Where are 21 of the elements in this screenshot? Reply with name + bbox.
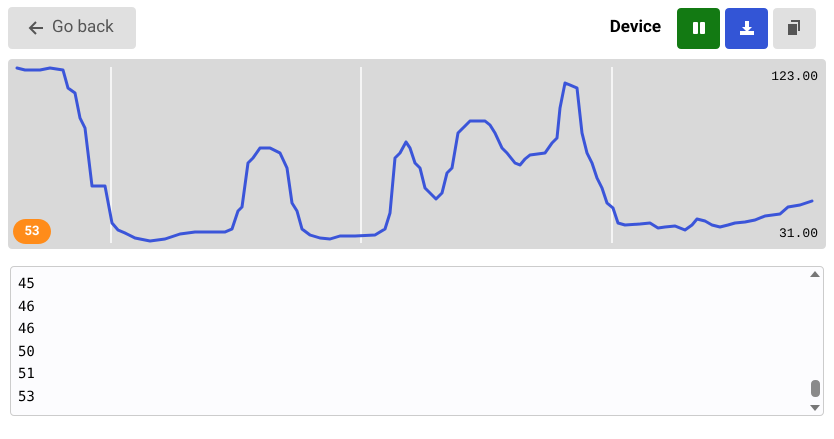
log-line: 46 [18,298,35,317]
download-icon [738,20,754,36]
copy-icon [786,20,802,36]
copy-button[interactable] [773,8,816,48]
log-line: 45 [18,275,35,294]
go-back-button[interactable]: Go back [8,7,136,49]
device-label: Device [610,16,661,40]
log-line: 53 [18,388,35,407]
scrollbar-thumb[interactable] [810,380,820,397]
min-value-label: 31.00 [778,224,818,242]
pause-button[interactable] [677,8,720,48]
pause-icon [692,21,706,35]
current-value-badge: 53 [13,219,51,244]
scroll-up-icon[interactable] [810,271,820,277]
arrow-left-icon [28,20,44,36]
download-button[interactable] [725,8,768,48]
log-line: 46 [18,320,35,340]
scroll-down-icon[interactable] [810,405,820,411]
log-line: 50 [18,342,35,362]
max-value-label: 123.00 [771,68,818,86]
log-line: 51 [18,365,35,384]
